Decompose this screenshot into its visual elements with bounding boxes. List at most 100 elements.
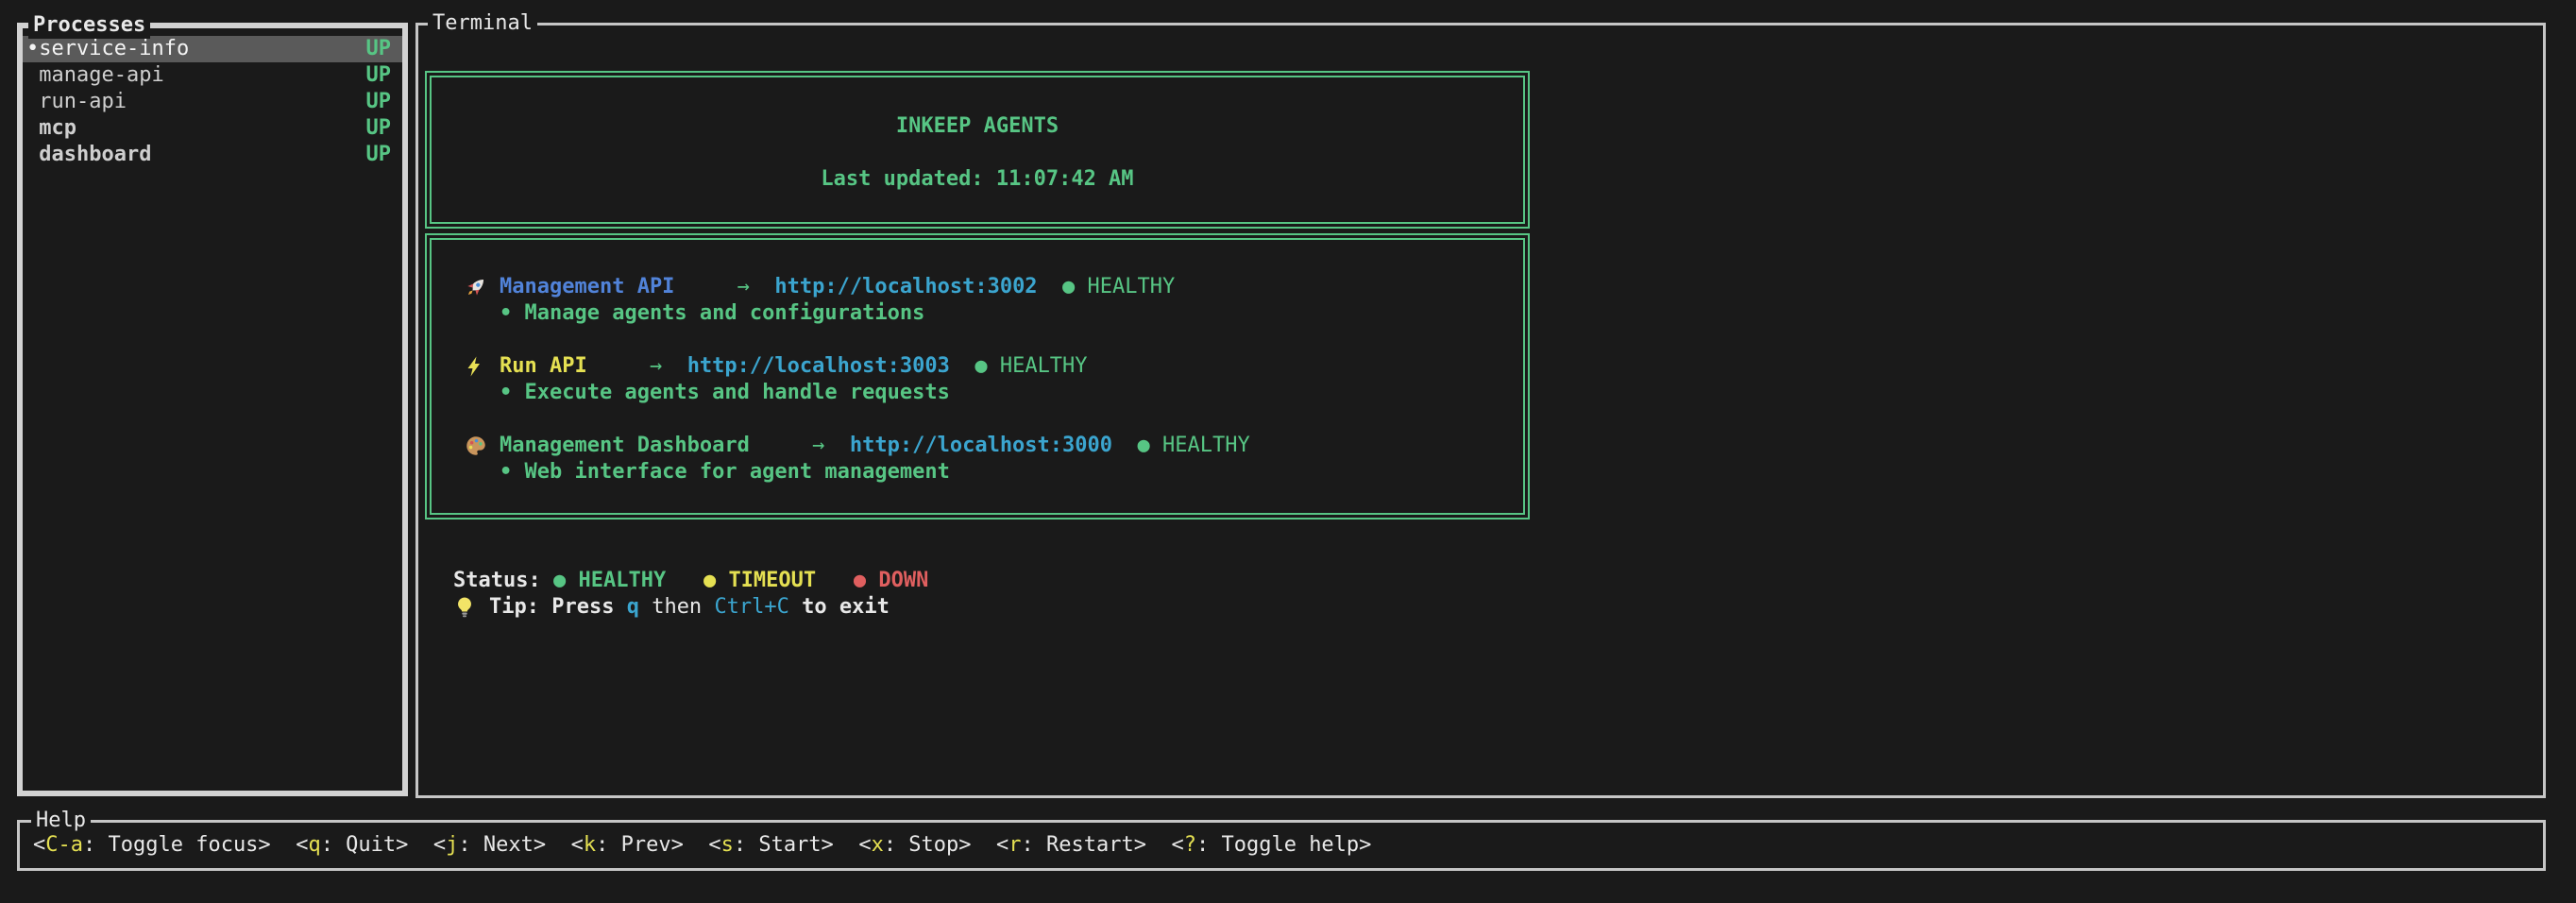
help-shortcut-s: <s: Start> [708,832,833,859]
help-panel: Help <C-a: Toggle focus> <q: Quit> <j: N… [17,820,2546,871]
service-label: Management API [500,274,674,300]
legend-dot-timeout: ● [703,568,729,594]
process-status-badge: UP [366,115,392,142]
shortcut-label: : Prev> [596,833,684,857]
process-row-dashboard[interactable]: dashboard UP [23,142,402,168]
shortcut-key: q [308,833,320,857]
service-description: • Web interface for agent management [464,459,1523,486]
help-panel-title: Help [31,808,91,834]
arrow-separator: → [674,274,774,300]
legend-gap [816,568,854,594]
bracket: < [858,833,871,857]
terminal-panel: Terminal INKEEP AGENTS Last updated: 11:… [415,23,2546,798]
tip-segment: Tip: Press [489,594,627,621]
bracket: < [1171,833,1183,857]
service-url: http://localhost:3003 [687,353,950,380]
legend-label-down: DOWN [878,568,928,594]
service-description-text: • Execute agents and handle requests [500,380,950,406]
help-shortcut-: <?: Toggle help> [1171,832,1371,859]
shortcut-key: k [584,833,596,857]
rocket-icon [464,275,500,299]
bracket: < [296,833,308,857]
terminal-panel-title: Terminal [428,10,537,37]
legend-label-healthy: HEALTHY [578,568,666,594]
shortcut-key: j [446,833,458,857]
service-line: Management API → http://localhost:3002 ●… [464,274,1523,300]
services-box: Management API → http://localhost:3002 ●… [425,233,1530,520]
help-shortcut-r: <r: Restart> [996,832,1146,859]
service-url: http://localhost:3000 [850,433,1112,459]
service-description-text: • Manage agents and configurations [500,300,924,327]
process-row-manage-api[interactable]: manage-api UP [23,62,402,89]
process-status-badge: UP [366,62,392,89]
zap-icon [464,355,500,378]
process-status-badge: UP [366,89,392,115]
shortcut-key: s [721,833,734,857]
shortcut-key: ? [1184,833,1196,857]
process-name: run-api [26,89,127,115]
process-row-mcp[interactable]: mcp UP [23,115,402,142]
shortcut-gap [972,832,997,859]
status-prefix: Status: [453,568,553,594]
shortcut-key: C-a [45,833,83,857]
process-row-run-api[interactable]: run-api UP [23,89,402,115]
health-dot: ● [1038,274,1088,300]
legend-dot-healthy: ● [553,568,579,594]
agents-title: INKEEP AGENTS [432,113,1523,140]
tip-segment: q [627,594,639,621]
service-health: HEALTHY [1162,433,1250,459]
health-dot: ● [1112,433,1162,459]
status-legend: Status: ● HEALTHY ● TIMEOUT ● DOWN [453,568,928,594]
service-description: • Manage agents and configurations [464,300,1523,327]
tui-screen: Processes •service-infoUP manage-apiUP r… [0,0,2576,903]
shortcut-gap [546,832,571,859]
help-shortcut-x: <x: Stop> [858,832,971,859]
process-status-badge: UP [366,36,392,62]
process-status-badge: UP [366,142,392,168]
tip-segment: then [639,594,714,621]
help-shortcut-Ca: <C-a: Toggle focus> [33,832,271,859]
last-updated: Last updated: 11:07:42 AM [432,166,1523,193]
processes-panel: Processes •service-infoUP manage-apiUP r… [17,23,408,796]
process-row-service-info[interactable]: •service-info UP [23,36,402,62]
service-label: Management Dashboard [500,433,750,459]
bracket: < [33,833,45,857]
bracket: < [571,833,584,857]
service-line: Management Dashboard → http://localhost:… [464,433,1523,459]
process-name: mcp [26,115,76,142]
legend-gap [666,568,703,594]
process-name: manage-api [26,62,164,89]
shortcut-gap [408,832,433,859]
shortcut-label: : Next> [458,833,546,857]
service-line: Run API → http://localhost:3003 ● HEALTH… [464,353,1523,380]
service-health: HEALTHY [1088,274,1176,300]
process-name: dashboard [26,142,151,168]
process-list: •service-info UP manage-api UP run-api UP m… [23,28,402,168]
shortcut-label: : Stop> [884,833,972,857]
shortcut-gap [1146,832,1172,859]
tip-segment: Ctrl+C [714,594,788,621]
palette-icon [464,434,500,458]
help-shortcut-j: <j: Next> [433,832,546,859]
bracket: < [996,833,1008,857]
service-description: • Execute agents and handle requests [464,380,1523,406]
bulb-icon [453,596,489,619]
process-name: •service-info [26,36,189,62]
legend-dot-down: ● [854,568,879,594]
service-url: http://localhost:3002 [774,274,1037,300]
service-description-text: • Web interface for agent management [500,459,950,486]
shortcut-key: x [872,833,884,857]
agents-header-box: INKEEP AGENTS Last updated: 11:07:42 AM [425,71,1530,229]
service-health: HEALTHY [1000,353,1088,380]
shortcut-label: : Quit> [321,833,409,857]
tip-line: Tip: Press q then Ctrl+C to exit [453,594,890,621]
shortcut-label: : Restart> [1022,833,1146,857]
line-gap [464,406,1523,433]
shortcut-label: : Toggle help> [1196,833,1371,857]
shortcut-gap [271,832,297,859]
shortcut-key: r [1008,833,1021,857]
shortcut-gap [834,832,859,859]
help-shortcut-k: <k: Prev> [571,832,684,859]
legend-label-timeout: TIMEOUT [728,568,816,594]
shortcut-gap [684,832,709,859]
